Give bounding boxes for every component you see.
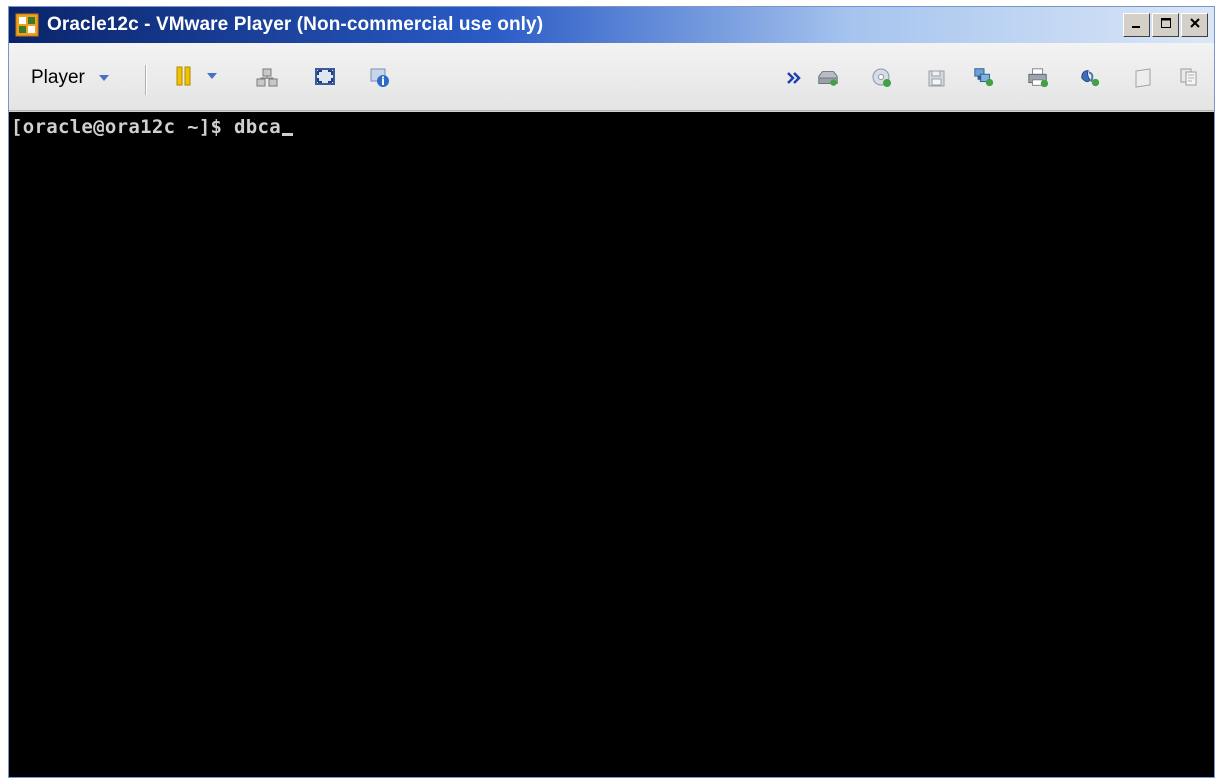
chevron-down-icon <box>98 75 109 81</box>
vmware-logo-icon <box>15 13 39 37</box>
vm-console-screen[interactable]: [oracle@ora12c ~]$ dbca <box>9 112 1214 777</box>
message-log-button[interactable] <box>1178 66 1200 88</box>
unity-button[interactable] <box>369 67 391 89</box>
hard-disk-icon <box>817 67 839 89</box>
fullscreen-icon <box>314 66 336 88</box>
player-menu-button[interactable]: Player <box>31 66 109 90</box>
message-log-icon <box>1178 66 1200 88</box>
display-icon <box>1132 67 1154 89</box>
maximize-icon <box>1160 16 1172 34</box>
ctrl-alt-del-icon <box>256 67 278 89</box>
ctrl-alt-del-button[interactable] <box>256 67 278 89</box>
terminal-line: [oracle@ora12c ~]$ dbca <box>11 116 294 138</box>
printer-button[interactable] <box>1027 67 1049 89</box>
maximize-button[interactable] <box>1152 13 1179 37</box>
more-chevron-icon <box>783 67 805 89</box>
floppy-icon <box>926 68 948 90</box>
text-cursor <box>282 133 294 136</box>
caption-buttons <box>1123 13 1208 37</box>
sound-icon <box>1079 66 1101 88</box>
shell-prompt: [oracle@ora12c ~]$ <box>11 116 235 138</box>
title-bar[interactable]: Oracle12c - VMware Player (Non-commercia… <box>9 7 1214 43</box>
chevron-down-icon[interactable] <box>207 73 217 79</box>
pause-icon <box>173 65 195 87</box>
cd-dvd-button[interactable] <box>871 67 893 89</box>
close-icon <box>1189 16 1201 34</box>
toolbar: Player <box>9 43 1214 111</box>
window-title: Oracle12c - VMware Player (Non-commercia… <box>47 14 544 35</box>
cd-dvd-icon <box>871 67 893 89</box>
network-adapter-icon <box>973 66 995 88</box>
player-menu-label: Player <box>31 67 85 88</box>
minimize-button[interactable] <box>1123 13 1150 37</box>
close-button[interactable] <box>1181 13 1208 37</box>
floppy-button[interactable] <box>926 68 948 90</box>
minimize-icon <box>1131 16 1143 34</box>
more-devices-button[interactable] <box>783 67 805 89</box>
hard-disk-button[interactable] <box>817 67 839 89</box>
printer-icon <box>1027 67 1049 89</box>
display-button[interactable] <box>1132 67 1154 89</box>
shell-command: dbca <box>234 116 282 138</box>
pause-button[interactable] <box>173 65 217 87</box>
network-adapter-button[interactable] <box>973 66 995 88</box>
vmware-player-window: Oracle12c - VMware Player (Non-commercia… <box>8 6 1215 778</box>
fullscreen-button[interactable] <box>314 66 336 88</box>
unity-icon <box>369 67 391 89</box>
toolbar-separator <box>145 65 146 95</box>
sound-button[interactable] <box>1079 66 1101 88</box>
